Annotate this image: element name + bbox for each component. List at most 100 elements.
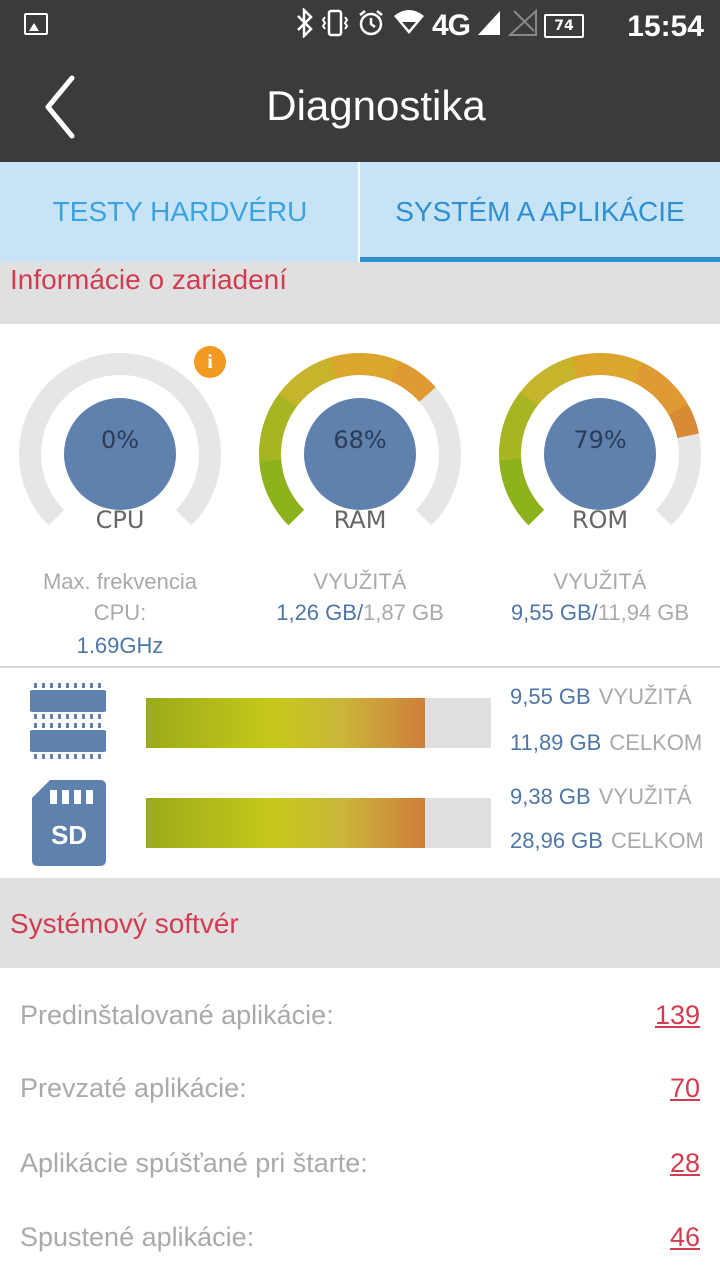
item-label: Prevzaté aplikácie: [20, 1073, 247, 1104]
tab-hardware-tests[interactable]: TESTY HARDVÉRU [0, 162, 360, 262]
gauge-fill-segment [298, 383, 305, 389]
list-item: Aplikácie spúšťané pri štarte: 28 [0, 1148, 720, 1208]
gauge-fill-segment [403, 375, 411, 380]
item-label: Predinštalované aplikácie: [20, 1000, 334, 1031]
battery-icon: 74 [544, 14, 584, 38]
gauge-fill-segment [275, 483, 278, 491]
status-icons: 4G 74 [296, 8, 584, 44]
gauge-fill-segment [416, 383, 423, 389]
rom-total: 11,94 GB [598, 600, 689, 625]
storage-bar-fill [146, 698, 425, 748]
gauge-percent: 0% [12, 426, 228, 454]
gauge-fill-segment [519, 405, 524, 414]
gauge-fill-segment [271, 468, 273, 477]
gauge-fill-segment [380, 366, 389, 368]
cpu-frequency: 1.69GHz [0, 630, 240, 661]
stat-value: 9,55 GB [510, 684, 591, 709]
gauge-fill-segment [422, 389, 428, 395]
gauge-fill-segment [668, 395, 674, 403]
stat-value: 11,89 GB [510, 730, 601, 755]
status-bar: 4G 74 15:54 [0, 0, 720, 52]
gauge-fill-segment [542, 379, 550, 385]
gauge-fill-segment [535, 385, 543, 392]
rom-used: 9,55 GB [511, 600, 592, 625]
vibrate-icon [320, 8, 350, 45]
caption-line: VYUŽITÁ [240, 566, 480, 597]
divider [0, 666, 720, 668]
list-item: Predinštalované aplikácie: 139 [0, 1000, 720, 1060]
gauge-fill-segment [529, 391, 536, 399]
sd-card-label: SD [32, 820, 106, 851]
stat-label: VYUŽITÁ [599, 784, 692, 809]
gauge-fill-segment [340, 365, 349, 367]
gauge-fill-segment [511, 468, 513, 478]
signal-icon [476, 9, 502, 44]
gauge-fill-segment [278, 491, 282, 499]
gauge-center [304, 398, 416, 510]
cpu-gauge: 0% CPU [12, 346, 228, 536]
internal-used: 9,55 GBVYUŽITÁ [510, 684, 692, 710]
network-type: 4G [432, 9, 470, 43]
tab-divider [358, 162, 360, 262]
gauge-fill-segment [678, 410, 683, 419]
app-bar: Diagnostika [0, 52, 720, 162]
gauge-fill-segment [270, 460, 271, 469]
gauge-fill-segment [348, 364, 357, 365]
tab-bar: TESTY HARDVÉRU SYSTÉM A APLIKÁCIE [0, 162, 720, 262]
cpu-caption: Max. frekvencia CPU: 1.69GHz [0, 566, 240, 661]
startup-apps-link[interactable]: 28 [670, 1148, 700, 1179]
gauge-fill-segment [516, 486, 520, 495]
rom-caption: VYUŽITÁ 9,55 GB/11,94 GB [480, 566, 720, 628]
gauge-fill-segment [574, 365, 584, 367]
ram-total: 1,87 GB [363, 600, 444, 625]
alarm-icon [356, 8, 386, 45]
gauge-fill-segment [279, 406, 283, 414]
clock: 15:54 [627, 10, 704, 44]
gauge-fill-segment [602, 364, 612, 365]
sd-card-icon: SD [32, 780, 106, 866]
running-apps-link[interactable]: 46 [670, 1222, 700, 1253]
section-header-device-info: Informácie o zariadení [0, 262, 720, 324]
gauge-fill-segment [557, 370, 566, 374]
ram-used: 1,26 GB [276, 600, 357, 625]
bluetooth-icon [296, 8, 314, 45]
list-item: Prevzaté aplikácie: 70 [0, 1073, 720, 1133]
gauge-fill-segment [654, 382, 662, 389]
gauge-fill-segment [364, 364, 373, 365]
gauge-fill-segment [325, 368, 333, 371]
caption-line: VYUŽITÁ [480, 566, 720, 597]
downloaded-apps-link[interactable]: 70 [670, 1073, 700, 1104]
gauge-fill-segment [395, 371, 403, 375]
ram-gauge: 68% RAM [252, 346, 468, 536]
gauge-label: RAM [252, 506, 468, 534]
memory-chip-icon [28, 680, 108, 764]
signal-empty-icon [508, 9, 538, 44]
gauge-center [544, 398, 656, 510]
info-icon[interactable]: i [194, 346, 226, 378]
gauge-fill-segment [372, 365, 381, 367]
caption-line: Max. frekvencia [0, 566, 240, 597]
gauge-fill-segment [318, 371, 326, 375]
tab-system-apps[interactable]: SYSTÉM A APLIKÁCIE [360, 162, 720, 262]
gauge-fill-segment [566, 367, 576, 370]
item-label: Spustené aplikácie: [20, 1222, 254, 1253]
caption-line: CPU: [0, 597, 240, 628]
gauge-fill-segment [524, 398, 530, 406]
gauge-fill-segment [620, 366, 630, 369]
stat-value: 28,96 GB [510, 828, 603, 853]
section-header-system-software: Systémový softvér [0, 878, 720, 968]
gauge-label: CPU [12, 506, 228, 534]
gauge-fill-segment [583, 364, 593, 365]
stat-label: CELKOM [611, 828, 704, 853]
sd-total: 28,96 GB CELKOM [510, 828, 704, 854]
gauge-fill-segment [638, 372, 647, 377]
gauge-fill-segment [409, 379, 416, 384]
gauge-fill-segment [333, 366, 342, 368]
gauge-fill-segment [629, 369, 638, 373]
storage-bar-fill [146, 798, 425, 848]
gauge-fill-segment [288, 393, 294, 400]
stat-label: CELKOM [609, 730, 702, 755]
preinstalled-apps-link[interactable]: 139 [655, 1000, 700, 1031]
item-label: Aplikácie spúšťané pri štarte: [20, 1148, 368, 1179]
internal-total: 11,89 GB CELKOM [510, 730, 702, 756]
